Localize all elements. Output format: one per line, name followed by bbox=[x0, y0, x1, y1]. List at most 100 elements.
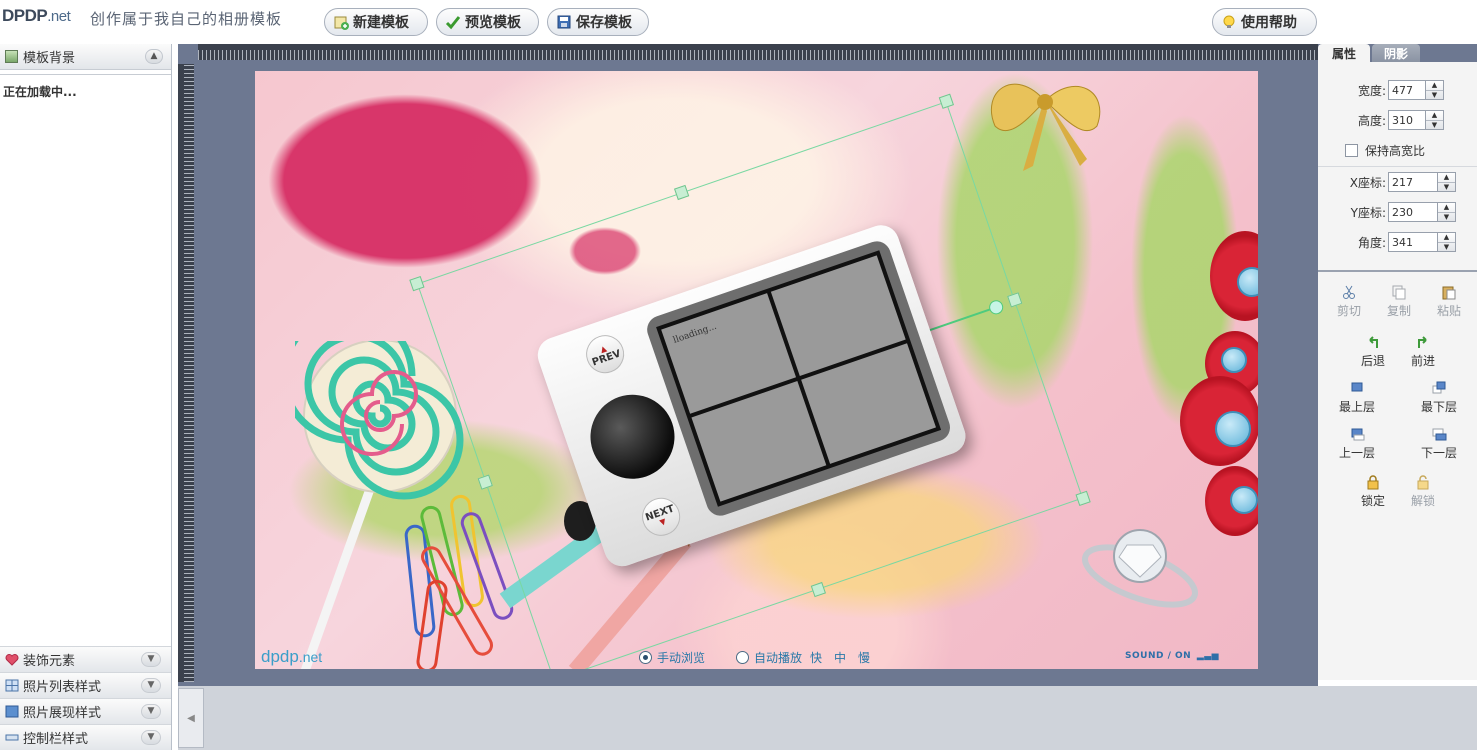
bring-forward-button[interactable]: 上一层 bbox=[1334, 426, 1380, 461]
angle-field-row: 角度: 341 ▲ ▼ bbox=[1318, 232, 1477, 252]
horizontal-ruler bbox=[198, 44, 1318, 60]
angle-stepper[interactable]: ▲ ▼ bbox=[1438, 232, 1456, 252]
y-input[interactable]: 230 bbox=[1388, 202, 1438, 222]
paste-icon bbox=[1441, 284, 1457, 300]
bring-forward-icon bbox=[1349, 426, 1365, 442]
bring-to-front-button[interactable]: 最上层 bbox=[1334, 380, 1380, 415]
next-button[interactable]: NEXT ▼ bbox=[636, 492, 686, 541]
expand-icon[interactable]: ▼ bbox=[141, 704, 161, 719]
expand-icon[interactable]: ▼ bbox=[141, 652, 161, 667]
x-stepper[interactable]: ▲ ▼ bbox=[1438, 172, 1456, 192]
tab-properties[interactable]: 属性 bbox=[1318, 44, 1370, 62]
save-disk-icon bbox=[556, 14, 572, 30]
copy-button[interactable]: 复制 bbox=[1376, 284, 1422, 319]
speed-slow[interactable]: 慢 bbox=[858, 649, 870, 666]
sewing-button-decoration bbox=[1221, 347, 1247, 373]
undo-button[interactable]: 后退 bbox=[1350, 334, 1396, 369]
resize-handle[interactable] bbox=[1075, 490, 1091, 507]
manual-browse-option[interactable]: 手动浏览 bbox=[639, 649, 705, 666]
site-logo[interactable]: DPDP.net bbox=[2, 6, 71, 26]
unlock-button[interactable]: 解锁 bbox=[1400, 474, 1446, 509]
send-backward-icon bbox=[1431, 426, 1447, 442]
diamond-ring-decoration[interactable] bbox=[1075, 521, 1205, 616]
editor-workspace: lloading... ▲ PREV NEXT ▼ dpdp.net 手动浏览 … bbox=[178, 44, 1318, 686]
unlock-icon bbox=[1415, 474, 1431, 490]
expand-icon[interactable]: ▼ bbox=[141, 678, 161, 693]
accordion-control-bar-style[interactable]: 控制栏样式 ▼ bbox=[0, 724, 171, 750]
save-template-button[interactable]: 保存模板 bbox=[547, 8, 649, 36]
radio-selected[interactable] bbox=[639, 651, 652, 664]
sound-toggle[interactable]: SOUND / ON ▂▃▅ bbox=[1125, 651, 1219, 661]
width-field-row: 宽度: 477 ▲ ▼ bbox=[1318, 80, 1477, 100]
bottom-scrollbar-area: ◀ bbox=[178, 686, 1477, 750]
lightbulb-icon bbox=[1221, 14, 1237, 30]
cut-button[interactable]: 剪切 bbox=[1326, 284, 1372, 319]
keep-ratio-checkbox[interactable]: 保持高宽比 bbox=[1345, 142, 1425, 159]
accordion-decorations[interactable]: 装饰元素 ▼ bbox=[0, 646, 171, 672]
auto-play-option[interactable]: 自动播放 快 中 慢 bbox=[736, 649, 870, 666]
lock-icon bbox=[1365, 474, 1381, 490]
paste-button[interactable]: 粘贴 bbox=[1426, 284, 1472, 319]
template-canvas[interactable]: lloading... ▲ PREV NEXT ▼ dpdp.net 手动浏览 … bbox=[255, 71, 1258, 669]
footer-logo: dpdp.net bbox=[261, 647, 323, 666]
height-field-row: 高度: 310 ▲ ▼ bbox=[1318, 110, 1477, 130]
send-to-back-icon bbox=[1431, 380, 1447, 396]
heart-icon bbox=[5, 653, 19, 666]
redo-arrow-icon bbox=[1415, 334, 1431, 350]
scroll-left-button[interactable]: ◀ bbox=[178, 688, 204, 748]
radio-unselected[interactable] bbox=[736, 651, 749, 664]
angle-input[interactable]: 341 bbox=[1388, 232, 1438, 252]
resize-handle[interactable] bbox=[938, 93, 955, 109]
lock-button[interactable]: 锁定 bbox=[1350, 474, 1396, 509]
ribbon-bow-decoration[interactable] bbox=[975, 71, 1115, 181]
x-field-row: X座标: 217 ▲ ▼ bbox=[1318, 172, 1477, 192]
vertical-ruler bbox=[178, 64, 194, 682]
width-stepper[interactable]: ▲ ▼ bbox=[1426, 80, 1444, 100]
bring-to-front-icon bbox=[1349, 380, 1365, 396]
bar-icon bbox=[5, 731, 19, 744]
panel-tabs: 属性 阴影 bbox=[1318, 44, 1477, 62]
y-field-row: Y座标: 230 ▲ ▼ bbox=[1318, 202, 1477, 222]
tab-shadow[interactable]: 阴影 bbox=[1372, 44, 1420, 62]
copy-icon bbox=[1391, 284, 1407, 300]
left-panel: 模板背景 ▲ 正在加载中... 装饰元素 ▼ 照片列表样式 ▼ 照片展现样式 ▼… bbox=[0, 44, 172, 750]
checkmark-icon bbox=[445, 14, 461, 30]
width-input[interactable]: 477 bbox=[1388, 80, 1426, 100]
loading-text: 正在加载中... bbox=[3, 85, 77, 99]
scissors-icon bbox=[1341, 284, 1357, 300]
height-stepper[interactable]: ▲ ▼ bbox=[1426, 110, 1444, 130]
height-input[interactable]: 310 bbox=[1388, 110, 1426, 130]
sewing-button-decoration bbox=[1230, 486, 1258, 514]
divider bbox=[1318, 166, 1477, 167]
collapse-icon[interactable]: ▲ bbox=[145, 49, 163, 64]
new-template-button[interactable]: 新建模板 bbox=[324, 8, 428, 36]
tagline: 创作属于我自己的相册模板 bbox=[90, 10, 283, 28]
background-list: 正在加载中... bbox=[0, 74, 171, 646]
background-icon bbox=[5, 50, 18, 63]
speed-medium[interactable]: 中 bbox=[834, 649, 846, 666]
new-file-icon bbox=[333, 14, 349, 30]
expand-icon[interactable]: ▼ bbox=[141, 730, 161, 745]
send-to-back-button[interactable]: 最下层 bbox=[1416, 380, 1462, 415]
redo-button[interactable]: 前进 bbox=[1400, 334, 1446, 369]
right-panel: 属性 阴影 宽度: 477 ▲ ▼ 高度: 310 ▲ ▼ 保持高宽比 X座标: 2… bbox=[1318, 44, 1477, 680]
checkbox[interactable] bbox=[1345, 144, 1358, 157]
square-icon bbox=[5, 705, 19, 718]
accordion-photo-display-style[interactable]: 照片展现样式 ▼ bbox=[0, 698, 171, 724]
help-button[interactable]: 使用帮助 bbox=[1212, 8, 1317, 36]
background-section-header[interactable]: 模板背景 ▲ bbox=[0, 44, 171, 70]
x-input[interactable]: 217 bbox=[1388, 172, 1438, 192]
prev-button[interactable]: ▲ PREV bbox=[580, 330, 630, 379]
down-arrow-icon: ▼ bbox=[658, 516, 668, 527]
undo-arrow-icon bbox=[1365, 334, 1381, 350]
volume-bars-icon: ▂▃▅ bbox=[1196, 651, 1220, 661]
sewing-button-decoration bbox=[1215, 411, 1251, 447]
top-header: DPDP.net 创作属于我自己的相册模板 新建模板 预览模板 保存模板 使用帮… bbox=[0, 0, 1477, 44]
divider bbox=[1318, 270, 1477, 272]
y-stepper[interactable]: ▲ ▼ bbox=[1438, 202, 1456, 222]
speed-fast[interactable]: 快 bbox=[810, 649, 822, 666]
send-backward-button[interactable]: 下一层 bbox=[1416, 426, 1462, 461]
preview-template-button[interactable]: 预览模板 bbox=[436, 8, 539, 36]
resize-handle[interactable] bbox=[1007, 292, 1023, 308]
accordion-photo-list-style[interactable]: 照片列表样式 ▼ bbox=[0, 672, 171, 698]
